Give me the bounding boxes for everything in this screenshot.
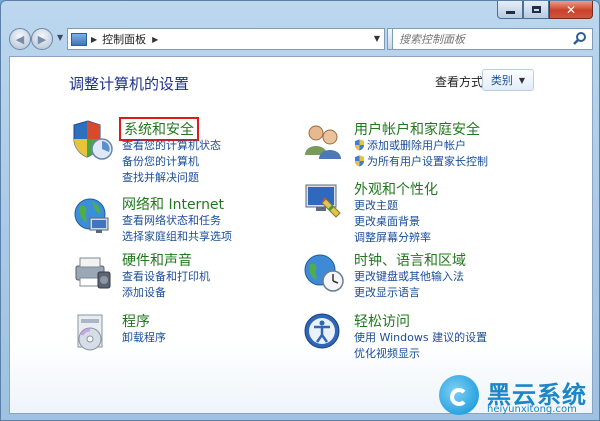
minimize-icon — [505, 11, 515, 14]
category-title-appearance[interactable]: 外观和个性化 — [354, 179, 438, 199]
view-by-dropdown[interactable]: 类别 ▼ — [482, 69, 534, 91]
link-view-computer-status[interactable]: 查看您的计算机状态 — [122, 138, 221, 154]
close-button[interactable]: ✕ — [549, 1, 593, 19]
link-change-display-language[interactable]: 更改显示语言 — [354, 285, 464, 301]
control-panel-window: ✕ ◀ ▶ ▼ ▶ 控制面板 ▶ ▼ 调整计算机的设置 查看方式: — [0, 0, 600, 421]
address-bar[interactable]: ▶ 控制面板 ▶ ▼ — [67, 28, 385, 50]
category-title-user-accounts[interactable]: 用户帐户和家庭安全 — [354, 119, 480, 139]
uac-shield-icon — [355, 139, 364, 151]
watermark-logo-icon — [439, 375, 479, 415]
link-windows-suggested-settings[interactable]: 使用 Windows 建议的设置 — [354, 330, 487, 346]
site-watermark: 黑云系统 heiyunxitong.com — [439, 373, 599, 419]
category-title-network-internet[interactable]: 网络和 Internet — [122, 194, 224, 214]
caption-buttons: ✕ — [497, 1, 593, 19]
content-pane: 调整计算机的设置 查看方式: 类别 ▼ 系统和安全 查看您的计算机状态 备份您的… — [9, 56, 593, 414]
link-add-remove-accounts-label: 添加或删除用户帐户 — [367, 139, 466, 152]
address-dropdown-icon[interactable]: ▼ — [374, 34, 380, 43]
user-accounts-icon — [305, 125, 341, 159]
link-devices-printers[interactable]: 查看设备和打印机 — [122, 269, 210, 285]
page-title: 调整计算机的设置 — [69, 75, 190, 93]
category-links: 更改主题 更改桌面背景 调整屏幕分辨率 — [354, 198, 431, 246]
maximize-icon — [531, 6, 541, 13]
navigation-bar: ◀ ▶ ▼ ▶ 控制面板 ▶ ▼ — [9, 27, 593, 53]
uac-shield-icon — [355, 155, 364, 167]
view-by-label: 查看方式: — [435, 75, 488, 89]
system-security-icon — [73, 120, 113, 160]
link-parental-controls-label: 为所有用户设置家长控制 — [367, 155, 488, 168]
category-title-clock-language-region[interactable]: 时钟、语言和区域 — [354, 250, 466, 270]
link-homegroup-sharing[interactable]: 选择家庭组和共享选项 — [122, 229, 232, 245]
back-button[interactable]: ◀ — [9, 28, 31, 50]
control-panel-icon — [71, 32, 87, 46]
close-icon: ✕ — [565, 2, 577, 17]
minimize-button[interactable] — [497, 1, 523, 19]
link-network-status[interactable]: 查看网络状态和任务 — [122, 213, 232, 229]
view-by-value: 类别 — [490, 74, 513, 87]
link-change-keyboards[interactable]: 更改键盘或其他输入法 — [354, 269, 464, 285]
link-backup-computer[interactable]: 备份您的计算机 — [122, 154, 221, 170]
link-add-remove-accounts[interactable]: 添加或删除用户帐户 — [354, 138, 488, 154]
forward-button[interactable]: ▶ — [31, 28, 53, 50]
category-title-programs[interactable]: 程序 — [122, 311, 150, 331]
category-title-hardware-sound[interactable]: 硬件和声音 — [122, 250, 192, 270]
recent-pages-dropdown[interactable]: ▼ — [57, 33, 63, 42]
category-links: 卸载程序 — [122, 330, 166, 346]
category-links: 更改键盘或其他输入法 更改显示语言 — [354, 269, 464, 301]
link-change-background[interactable]: 更改桌面背景 — [354, 214, 431, 230]
breadcrumb-control-panel[interactable]: 控制面板 — [102, 31, 146, 47]
search-input[interactable] — [393, 31, 572, 47]
link-parental-controls[interactable]: 为所有用户设置家长控制 — [354, 154, 488, 170]
link-add-device[interactable]: 添加设备 — [122, 285, 210, 301]
category-links: 使用 Windows 建议的设置 优化视频显示 — [354, 330, 487, 362]
maximize-button[interactable] — [523, 1, 549, 19]
category-links: 添加或删除用户帐户 为所有用户设置家长控制 — [354, 138, 488, 170]
category-links: 查看您的计算机状态 备份您的计算机 查找并解决问题 — [122, 138, 221, 186]
link-optimize-visual-display[interactable]: 优化视频显示 — [354, 346, 487, 362]
link-uninstall-program[interactable]: 卸载程序 — [122, 330, 166, 346]
forward-arrow-icon: ▶ — [37, 32, 47, 46]
ease-of-access-icon — [304, 313, 340, 349]
breadcrumb-arrow-icon[interactable]: ▶ — [91, 35, 97, 44]
programs-icon — [77, 314, 103, 351]
link-change-theme[interactable]: 更改主题 — [354, 198, 431, 214]
breadcrumb-arrow-icon[interactable]: ▶ — [152, 35, 158, 44]
category-title-ease-of-access[interactable]: 轻松访问 — [354, 311, 410, 331]
hardware-sound-icon — [75, 257, 111, 289]
appearance-icon — [305, 184, 341, 218]
watermark-url: heiyunxitong.com — [487, 404, 577, 415]
clock-language-region-icon — [304, 254, 344, 292]
network-icon — [74, 198, 109, 233]
category-links: 查看网络状态和任务 选择家庭组和共享选项 — [122, 213, 232, 245]
category-links: 查看设备和打印机 添加设备 — [122, 269, 210, 301]
back-arrow-icon: ◀ — [15, 32, 25, 46]
search-box[interactable] — [392, 28, 593, 50]
search-icon[interactable] — [572, 31, 588, 47]
chevron-down-icon: ▼ — [518, 75, 526, 85]
link-troubleshoot[interactable]: 查找并解决问题 — [122, 170, 221, 186]
link-screen-resolution[interactable]: 调整屏幕分辨率 — [354, 230, 431, 246]
